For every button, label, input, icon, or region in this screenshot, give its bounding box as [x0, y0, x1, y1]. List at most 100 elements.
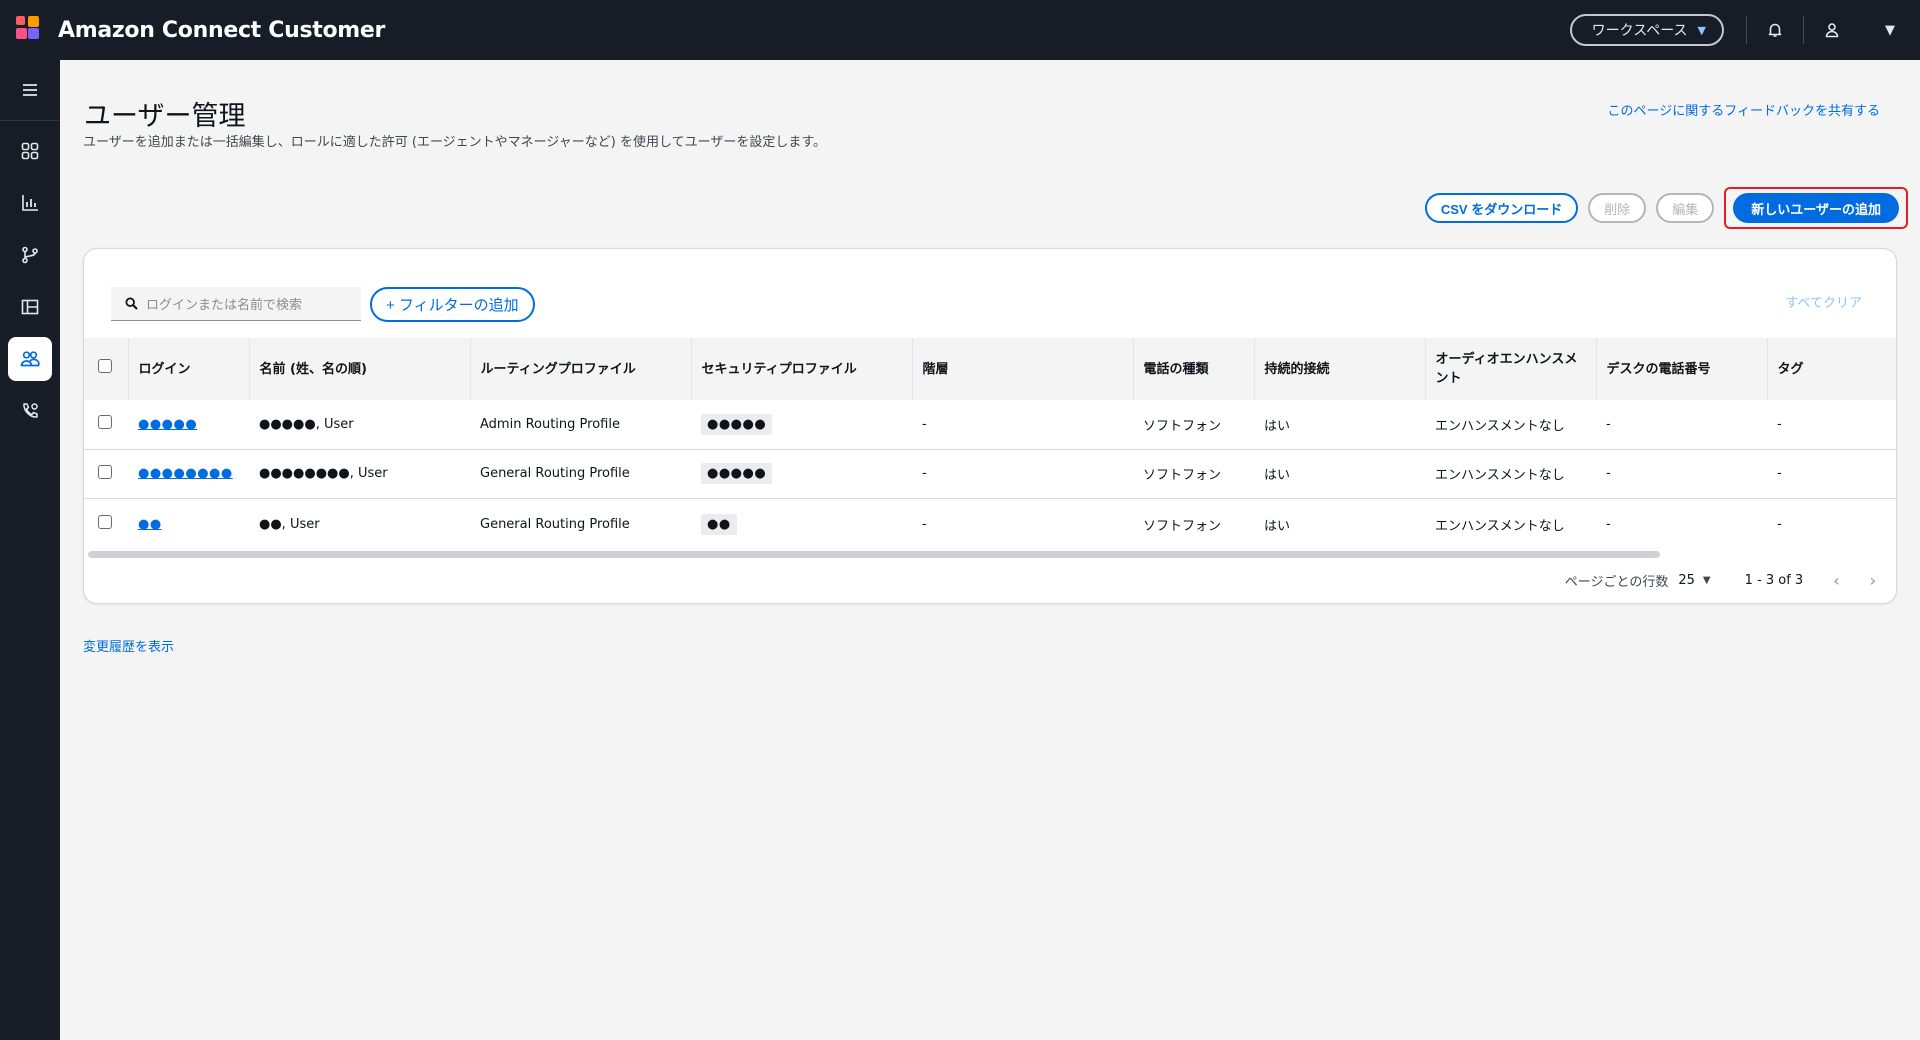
nav-layouts[interactable]: [8, 285, 52, 329]
routing-profile-cell: General Routing Profile: [480, 466, 630, 481]
security-profile-cell: ●●: [691, 498, 912, 550]
bar-chart-icon: [22, 195, 38, 211]
select-all-checkbox[interactable]: [98, 359, 112, 373]
left-navigation-rail: [0, 60, 60, 1040]
persistent-connection-cell: はい: [1264, 518, 1291, 534]
search-placeholder: ログインまたは名前で検索: [146, 298, 303, 313]
add-user-button[interactable]: 新しいユーザーの追加: [1733, 193, 1899, 223]
delete-button[interactable]: 削除: [1588, 193, 1647, 223]
notifications-button[interactable]: [1747, 0, 1803, 60]
account-caret-button[interactable]: ▼: [1860, 23, 1920, 38]
tags-cell: -: [1777, 416, 1782, 432]
table-row: ●●●●● ●●●●●, User Admin Routing Profile …: [84, 400, 1896, 449]
name-cell: ●●●●●, User: [259, 416, 354, 432]
add-filter-button[interactable]: + フィルターの追加: [370, 287, 535, 322]
app-name: Amazon Connect Customer: [58, 17, 386, 43]
column-header[interactable]: 名前 (姓、名の順): [249, 338, 471, 400]
login-link[interactable]: ●●●●●: [138, 417, 197, 432]
column-header[interactable]: 持続的接続: [1254, 338, 1426, 400]
desk-phone-cell: -: [1606, 416, 1611, 432]
security-profile-cell: ●●●●●: [691, 400, 912, 449]
column-header[interactable]: 電話の種類: [1133, 338, 1255, 400]
nav-channels[interactable]: [8, 389, 52, 433]
users-table-card: ログインまたは名前で検索 + フィルターの追加 すべてクリア ログイン 名前 (…: [83, 248, 1897, 604]
table-row: ●● ●●, User General Routing Profile ●● -…: [84, 498, 1896, 550]
users-icon: [20, 351, 40, 367]
security-profile-cell: ●●●●●: [691, 449, 912, 498]
rows-per-page-label: ページごとの行数: [1564, 575, 1669, 590]
column-header[interactable]: ログイン: [128, 338, 250, 400]
row-checkbox[interactable]: [98, 515, 112, 530]
login-link[interactable]: ●●●●●●●●: [138, 466, 233, 481]
menu-icon: [23, 84, 37, 96]
audio-enhancement-cell: エンハンスメントなし: [1435, 468, 1565, 483]
nav-analytics[interactable]: [8, 181, 52, 225]
edit-button[interactable]: 編集: [1656, 193, 1715, 223]
workspace-label: ワークスペース: [1591, 23, 1688, 39]
name-cell: ●●●●●●●●, User: [259, 466, 388, 481]
menu-toggle-button[interactable]: [0, 60, 60, 121]
download-csv-button[interactable]: CSV をダウンロード: [1424, 193, 1579, 223]
login-cell: ●●: [128, 498, 249, 550]
name-cell: ●●, User: [259, 516, 320, 532]
phone-type-cell: ソフトフォン: [1143, 418, 1222, 434]
login-cell: ●●●●●●●●: [128, 449, 249, 498]
chevron-down-icon[interactable]: ▼: [1703, 575, 1711, 586]
caret-down-icon: ▼: [1697, 23, 1706, 37]
rows-per-page-select[interactable]: 25: [1678, 573, 1695, 588]
column-header[interactable]: セキュリティプロファイル: [691, 338, 913, 400]
highlight-box: 新しいユーザーの追加: [1724, 187, 1908, 229]
users-table: ログイン 名前 (姓、名の順) ルーティングプロファイル セキュリティプロファイ…: [84, 338, 1896, 550]
page-title: ユーザー管理: [84, 101, 246, 132]
phone-settings-icon: [23, 403, 38, 418]
row-checkbox[interactable]: [98, 464, 112, 479]
table-layout-icon: [21, 299, 39, 315]
column-header[interactable]: オーディオエンハンスメント: [1425, 338, 1597, 400]
chevron-right-icon[interactable]: ›: [1870, 571, 1876, 590]
tags-cell: -: [1777, 516, 1782, 532]
persistent-connection-cell: はい: [1264, 418, 1291, 434]
nav-dashboard[interactable]: [8, 129, 52, 173]
table-row: ●●●●●●●● ●●●●●●●●, User General Routing …: [84, 449, 1896, 498]
bell-icon: [1768, 23, 1782, 37]
routing-profile-cell: Admin Routing Profile: [480, 416, 620, 432]
search-input[interactable]: ログインまたは名前で検索: [111, 287, 361, 321]
user-icon: [1825, 23, 1839, 38]
feedback-link[interactable]: このページに関するフィードバックを共有する: [1608, 100, 1880, 119]
security-profile-badge: ●●: [701, 513, 737, 535]
phone-type-cell: ソフトフォン: [1143, 468, 1222, 483]
top-navigation-bar: Amazon Connect Customer ワークスペース ▼ ▼: [0, 0, 1920, 60]
grid-icon: [21, 142, 39, 160]
routing-profile-cell: General Routing Profile: [480, 516, 630, 532]
chevron-left-icon[interactable]: ‹: [1833, 571, 1839, 590]
audio-enhancement-cell: エンハンスメントなし: [1435, 418, 1565, 434]
row-select-cell: [84, 449, 128, 498]
page-range: 1 - 3 of 3: [1744, 573, 1804, 588]
column-header[interactable]: 階層: [912, 338, 1134, 400]
nav-users[interactable]: [8, 337, 52, 381]
desk-phone-cell: -: [1606, 466, 1611, 481]
login-cell: ●●●●●: [128, 400, 249, 449]
column-header[interactable]: ルーティングプロファイル: [470, 338, 692, 400]
clear-all-link[interactable]: すべてクリア: [1785, 292, 1862, 311]
hierarchy-cell: -: [922, 466, 927, 481]
persistent-connection-cell: はい: [1264, 468, 1291, 483]
login-link[interactable]: ●●: [138, 517, 162, 532]
column-header[interactable]: デスクの電話番号: [1596, 338, 1768, 400]
horizontal-scrollbar[interactable]: [88, 551, 1660, 558]
brand[interactable]: Amazon Connect Customer: [14, 14, 385, 46]
change-history-link[interactable]: 変更履歴を表示: [83, 636, 174, 655]
hierarchy-cell: -: [922, 416, 927, 432]
select-all-cell: [84, 338, 129, 400]
hierarchy-cell: -: [922, 516, 927, 532]
column-header[interactable]: タグ: [1767, 338, 1896, 400]
pagination: ページごとの行数 25 ▼ 1 - 3 of 3 ‹ ›: [1565, 571, 1876, 590]
workspace-button[interactable]: ワークスペース ▼: [1569, 14, 1724, 46]
security-profile-badge: ●●●●●: [701, 463, 773, 484]
user-menu-button[interactable]: [1804, 0, 1860, 60]
nav-flows[interactable]: [8, 233, 52, 277]
tags-cell: -: [1777, 466, 1782, 481]
row-checkbox[interactable]: [98, 415, 112, 430]
desk-phone-cell: -: [1606, 516, 1611, 532]
phone-type-cell: ソフトフォン: [1143, 518, 1222, 534]
